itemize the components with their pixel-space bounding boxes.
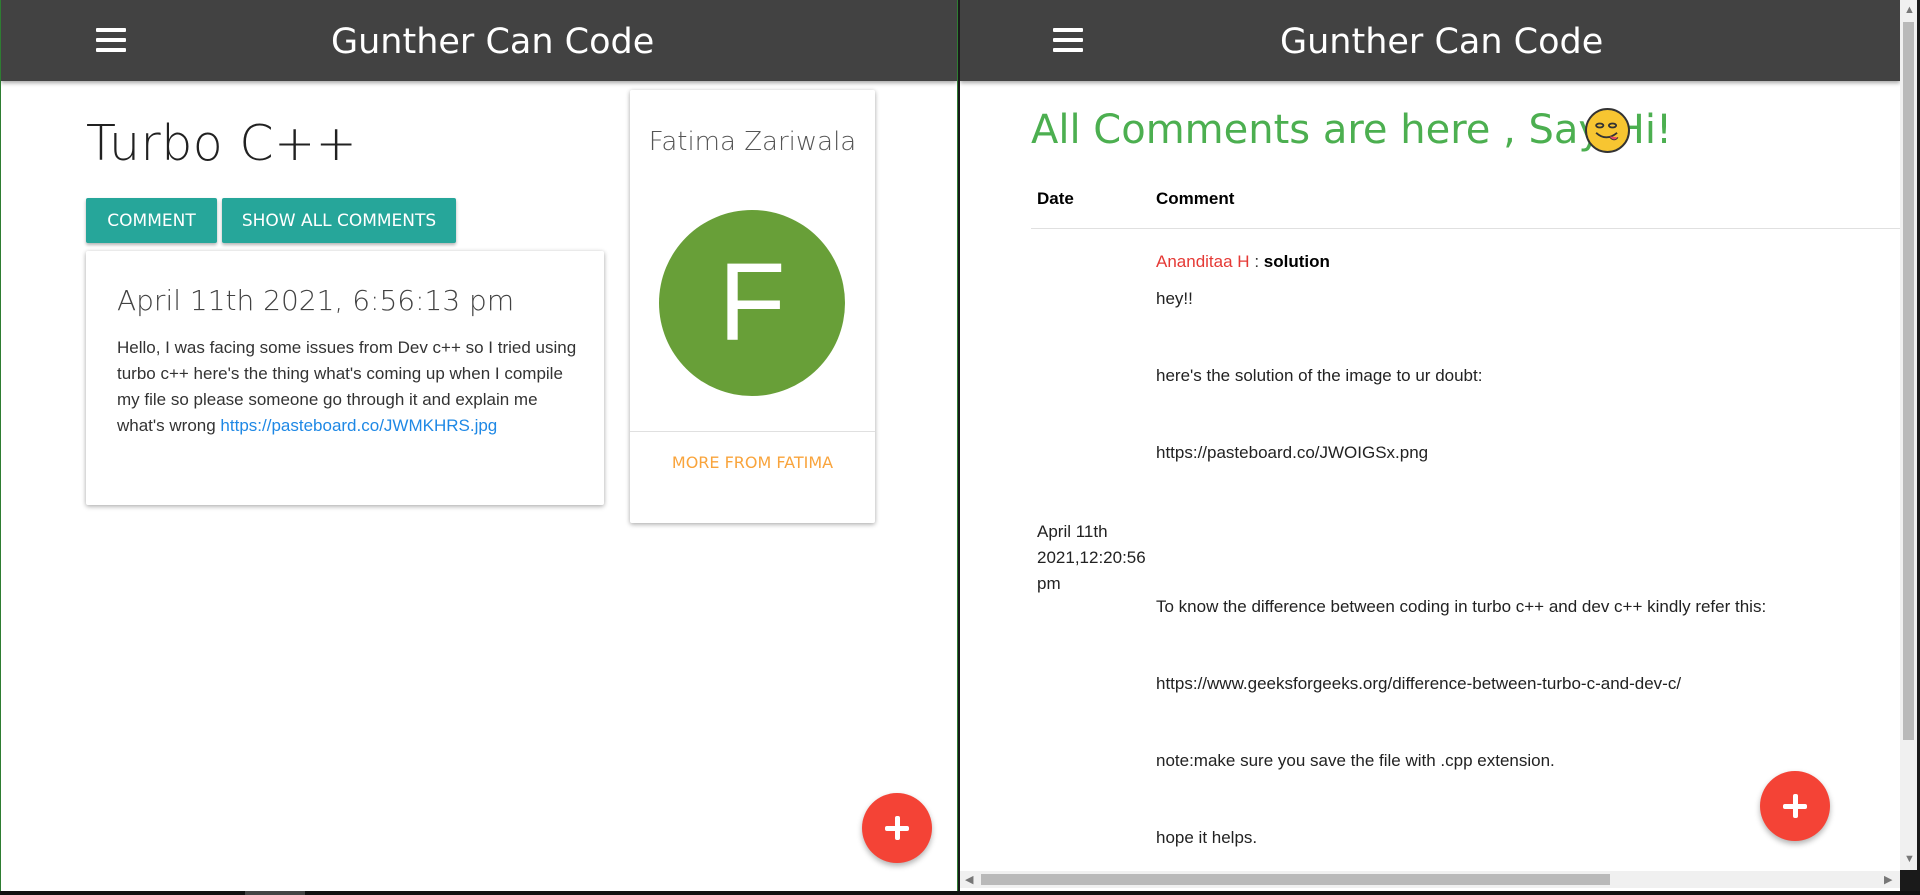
scroll-down-icon[interactable]: ▼ <box>1904 854 1915 865</box>
add-fab-button[interactable] <box>862 793 932 863</box>
post-card: April 11th 2021, 6:56:13 pm Hello, I was… <box>86 251 604 505</box>
author-name: Fatima Zariwala <box>648 127 857 157</box>
divider <box>1031 228 1900 229</box>
top-navbar: Gunther Can Code <box>1 0 957 81</box>
scroll-right-icon[interactable]: ▶ <box>1884 875 1892 886</box>
post-body: Hello, I was facing some issues from Dev… <box>117 335 577 439</box>
author-separator: : <box>1254 252 1260 271</box>
comment-subject: solution <box>1263 252 1330 271</box>
comment-line: To know the difference between coding in… <box>1156 597 1767 616</box>
site-title[interactable]: Gunther Can Code <box>331 0 654 81</box>
top-navbar: Gunther Can Code <box>960 0 1900 81</box>
smiling-face-icon <box>1585 108 1630 153</box>
right-window: Gunther Can Code All Comments are here ,… <box>960 0 1900 891</box>
taskbar-indicator <box>245 891 305 895</box>
scroll-left-icon[interactable]: ◀ <box>965 875 973 886</box>
comment-date: April 11th 2021,12:20:56 pm <box>1037 522 1146 593</box>
comment-line: hope it helps. <box>1156 828 1258 847</box>
post-title: Turbo C++ <box>86 115 358 172</box>
comment-button[interactable]: COMMENT <box>86 198 217 243</box>
hamburger-menu-icon[interactable] <box>96 28 126 53</box>
show-all-comments-button[interactable]: SHOW ALL COMMENTS <box>222 198 456 243</box>
post-date: April 11th 2021, 6:56:13 pm <box>117 284 515 317</box>
post-image-link[interactable]: https://pasteboard.co/JWMKHRS.jpg <box>220 416 497 435</box>
comment-line: hey!! <box>1156 289 1193 308</box>
avatar: F <box>659 210 845 396</box>
comment-line: note:make sure you save the file with .c… <box>1156 751 1555 770</box>
horizontal-scroll-thumb[interactable] <box>981 874 1610 885</box>
comment-column-header: Comment <box>1156 189 1235 208</box>
horizontal-scrollbar[interactable]: ◀ ▶ <box>960 871 1900 888</box>
comments-heading: All Comments are here , Say Hi! <box>1031 107 1673 153</box>
comment-link[interactable]: https://pasteboard.co/JWOIGSx.png <box>1156 443 1428 463</box>
vertical-scroll-thumb[interactable] <box>1903 22 1914 740</box>
hamburger-menu-icon[interactable] <box>1053 28 1083 53</box>
scroll-up-icon[interactable]: ▲ <box>1904 5 1915 16</box>
vertical-scrollbar[interactable]: ▲ ▼ <box>1900 0 1917 870</box>
date-column-header: Date <box>1037 189 1074 208</box>
comment-link[interactable]: https://www.geeksforgeeks.org/difference… <box>1156 674 1681 694</box>
site-title[interactable]: Gunther Can Code <box>1280 0 1603 81</box>
more-from-author-link[interactable]: MORE FROM FATIMA <box>630 450 875 476</box>
author-card: Fatima Zariwala F MORE FROM FATIMA <box>630 90 875 523</box>
comment-author-line: Ananditaa H : solution <box>1156 252 1330 272</box>
divider <box>630 431 875 432</box>
add-fab-button[interactable] <box>1760 771 1830 841</box>
comment-author-name: Ananditaa H <box>1156 252 1250 271</box>
comment-line: here's the solution of the image to ur d… <box>1156 366 1483 385</box>
left-window: Gunther Can Code Turbo C++ COMMENT SHOW … <box>0 0 958 891</box>
